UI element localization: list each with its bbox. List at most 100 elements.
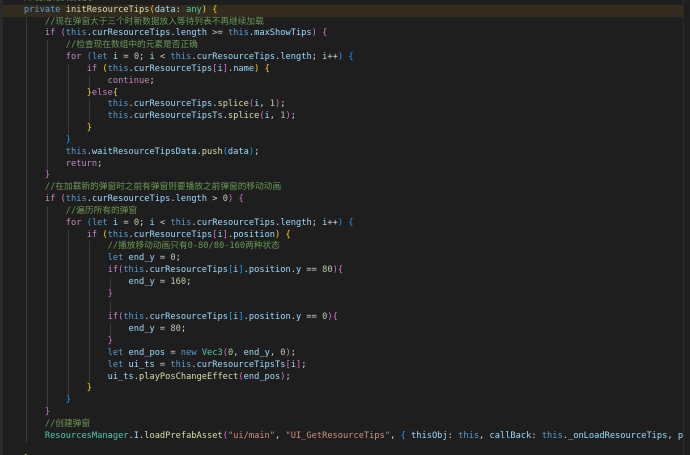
code-token: = (154, 253, 171, 264)
code-line[interactable]: if (this.curResourceTips.length >= this.… (3, 28, 690, 41)
code-editor[interactable]: //初始化资源提示 private initResourceTips(data:… (0, 0, 690, 455)
vertical-scrollbar[interactable] (683, 0, 690, 455)
code-token: curResourceTips (91, 194, 171, 205)
code-line[interactable]: this.waitResourceTipsData.push(data); (3, 146, 690, 159)
code-line[interactable]: this.curResourceTipsTs.splice(i, 1); (3, 111, 690, 124)
code-token: length (175, 194, 208, 205)
indent-guide (88, 312, 90, 325)
code-token: { (285, 229, 291, 240)
code-token: this (170, 52, 192, 63)
code-line[interactable]: //播放移动动画只有0-80/80-160两种状态 (3, 241, 690, 254)
code-line[interactable]: //现在弹窗大于三个时新数据放入等待列表不再继续加载 (3, 16, 690, 29)
code-line[interactable]: if (this.curResourceTips.length > 0) { (3, 194, 690, 206)
code-token: } (65, 395, 71, 406)
indent-guide (25, 418, 27, 431)
indent-guide (67, 111, 69, 124)
code-line[interactable]: let end_y = 0; (3, 253, 690, 266)
code-line[interactable]: return; (3, 158, 690, 171)
code-token: < (154, 52, 171, 63)
indent-guide (46, 347, 48, 360)
code-token: if (107, 265, 119, 276)
code-token: this (107, 99, 129, 110)
code-line[interactable] (3, 300, 690, 313)
code-token: data (227, 146, 249, 157)
code-line[interactable]: continue; (3, 75, 690, 88)
code-line[interactable]: ui_ts.playPosChangeEffect(end_pos); (3, 371, 690, 384)
code-line[interactable]: if (this.curResourceTips[i].position) { (3, 229, 690, 242)
code-token: ui_ts (128, 359, 155, 370)
indent-guide (25, 28, 27, 41)
code-token: curResourceTips (196, 217, 276, 228)
code-line[interactable]: this.curResourceTips.splice(i, 1); (3, 99, 690, 112)
indent-guide (46, 63, 48, 76)
indent-guide (109, 276, 111, 289)
indent-guide (46, 158, 48, 171)
code-line[interactable]: } (3, 406, 690, 419)
indent-guide (25, 194, 27, 206)
code-token: _onLoadResourceTips (567, 430, 668, 441)
code-line[interactable]: if(this.curResourceTips[i].position.y ==… (3, 312, 690, 325)
code-line[interactable]: } (3, 383, 690, 396)
code-line[interactable] (3, 442, 690, 454)
code-line[interactable]: //在加载新的弹窗时之前有弹窗则要播放之前弹窗的移动动画 (3, 182, 690, 195)
code-line[interactable]: let end_pos = new Vec3(0, end_y, 0); (3, 347, 690, 360)
code-token: //现在弹窗大于三个时新数据放入等待列表不再继续加载 (3, 16, 264, 27)
code-token: new (180, 347, 197, 358)
code-line[interactable]: } (3, 288, 690, 301)
code-line[interactable]: for (let i = 0; i < this.curResourceTips… (3, 217, 690, 230)
code-token: { (322, 28, 328, 39)
indent-guide (46, 87, 48, 100)
code-token: ++ (327, 52, 338, 63)
code-token: = (118, 52, 134, 63)
code-line[interactable]: } (3, 336, 690, 348)
indent-guide (25, 123, 27, 135)
code-token: = (118, 217, 134, 228)
code-token: push (201, 146, 223, 157)
code-token: ; (311, 52, 323, 63)
code-token: ; (285, 371, 291, 382)
indent-guide (25, 63, 27, 76)
code-token: curResourceTips (133, 99, 213, 110)
code-token: else (91, 87, 113, 98)
code-token: { (112, 87, 119, 98)
indent-guide (46, 371, 48, 384)
code-token: curResourceTips (91, 28, 171, 39)
indent-guide (25, 111, 27, 124)
code-token: { (212, 4, 218, 15)
code-line[interactable]: } (3, 134, 690, 147)
code-token: let (107, 253, 124, 264)
code-line[interactable]: ResourcesManager.I.loadPrefabAsset("ui/m… (3, 430, 690, 443)
code-line[interactable]: let ui_ts = this.curResourceTipsTs[i]; (3, 359, 690, 372)
code-token: { (348, 217, 354, 228)
code-line[interactable]: }else{ (3, 87, 690, 100)
code-line[interactable]: end_y = 160; (3, 276, 690, 289)
code-token: this (107, 111, 129, 122)
code-token: } (107, 288, 113, 299)
indent-guide (46, 52, 48, 64)
indent-guide (46, 241, 48, 254)
code-token: loadPrefabAsset (144, 430, 223, 441)
code-line[interactable]: } (3, 123, 690, 135)
code-token: ; (139, 52, 150, 63)
code-line[interactable]: } (3, 170, 690, 183)
code-line[interactable]: //创建弹窗 (3, 418, 690, 431)
indent-guide (46, 75, 48, 88)
code-line[interactable]: //遍历所有的弹窗 (3, 205, 690, 218)
indent-guide (25, 87, 27, 100)
code-line[interactable]: for (let i = 0; i < this.curResourceTips… (3, 52, 690, 64)
code-view[interactable]: //初始化资源提示 private initResourceTips(data:… (3, 0, 690, 455)
code-token: end_pos (243, 371, 281, 382)
code-line[interactable]: if(this.curResourceTips[i].position.y ==… (3, 265, 690, 277)
code-line[interactable]: if (this.curResourceTips[i].name) { (3, 63, 690, 76)
code-token: curResourceTips (149, 265, 228, 276)
code-line[interactable]: private initResourceTips(data: any) { (3, 4, 690, 17)
code-line[interactable]: end_y = 80; (3, 324, 690, 337)
code-line[interactable]: //检查现在数组中的元素是否正确 (3, 40, 690, 53)
code-token: { (332, 312, 338, 323)
code-line[interactable]: } (3, 395, 690, 407)
